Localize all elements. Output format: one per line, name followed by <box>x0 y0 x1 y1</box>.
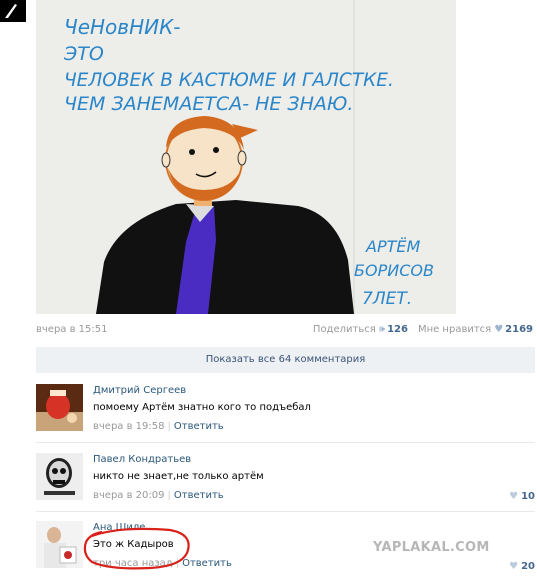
comment-like-button[interactable]: ♥ 10 <box>509 491 535 502</box>
comment-body: Павел Кондратьев никто не знает,не тольк… <box>93 453 535 502</box>
drawing-signature-surname: БОРИСОВ <box>354 261 434 280</box>
drawing-signature-name: АРТЁМ <box>365 237 420 256</box>
drawing-line-4: ЧЕМ ЗАНЕМАЕТСА- НЕ ЗНАЮ. <box>64 93 353 115</box>
drawing-line-1: ЧеНовНИК- <box>64 15 181 39</box>
comment-text: помоему Артём знатно кого то подъебал <box>93 402 311 413</box>
comment-time[interactable]: вчера в 20:09 <box>93 490 165 501</box>
comment-time[interactable]: вчера в 19:58 <box>93 421 165 432</box>
corner-logo <box>0 0 26 22</box>
comment-like-button[interactable]: ♥ 20 <box>509 561 535 572</box>
reply-button[interactable]: Ответить <box>174 421 224 432</box>
comment-author[interactable]: Павел Кондратьев <box>93 453 535 466</box>
heart-icon[interactable]: ♥ <box>494 324 503 335</box>
heart-icon: ♥ <box>509 491 519 502</box>
comment-like-count: 20 <box>521 561 535 572</box>
comment-text: никто не знает,не только артём <box>93 471 264 482</box>
avatar[interactable] <box>36 521 83 568</box>
drawing-line-3: ЧЕЛОВЕК В КАСТЮМЕ И ГАЛСТКЕ. <box>64 70 394 91</box>
post-meta-row: вчера в 15:51 Поделиться 🕪 126 Мне нрави… <box>36 324 533 338</box>
comment-like-count: 10 <box>521 491 535 502</box>
comment-footer: вчера в 20:09 | Ответить <box>93 489 535 502</box>
like-label[interactable]: Мне нравится <box>418 324 491 335</box>
avatar[interactable] <box>36 384 83 431</box>
footer-separator: | <box>167 490 171 501</box>
footer-separator: | <box>167 421 171 432</box>
comment-item: Павел Кондратьев никто не знает,не тольк… <box>36 453 535 503</box>
post-actions: Поделиться 🕪 126 Мне нравится ♥ 2169 <box>313 324 533 335</box>
like-count[interactable]: 2169 <box>505 324 533 335</box>
watermark: YAPLAKAL.COM <box>373 540 490 555</box>
share-count[interactable]: 126 <box>387 324 408 335</box>
drawing-signature-age: 7ЛЕТ. <box>362 289 412 309</box>
drawing-line-2: ЭТО <box>63 43 104 65</box>
comment-author[interactable]: Дмитрий Сергеев <box>93 384 535 397</box>
comment-item: Дмитрий Сергеев помоему Артём знатно ког… <box>36 384 535 434</box>
megaphone-icon[interactable]: 🕪 <box>379 324 385 335</box>
show-all-comments-button[interactable]: Показать все 64 комментария <box>36 347 535 373</box>
annotation-circle <box>83 527 190 570</box>
share-label[interactable]: Поделиться <box>313 324 376 335</box>
divider <box>36 511 535 512</box>
comment-footer: вчера в 19:58 | Ответить <box>93 420 535 433</box>
comment-body: Дмитрий Сергеев помоему Артём знатно ког… <box>93 384 535 433</box>
heart-icon: ♥ <box>509 561 519 572</box>
divider <box>36 442 535 443</box>
post-time[interactable]: вчера в 15:51 <box>36 324 108 335</box>
avatar[interactable] <box>36 453 83 500</box>
post-image-drawing[interactable]: ЧеНовНИК- ЭТО ЧЕЛОВЕК В КАСТЮМЕ И ГАЛСТК… <box>36 0 456 314</box>
reply-button[interactable]: Ответить <box>174 490 224 501</box>
